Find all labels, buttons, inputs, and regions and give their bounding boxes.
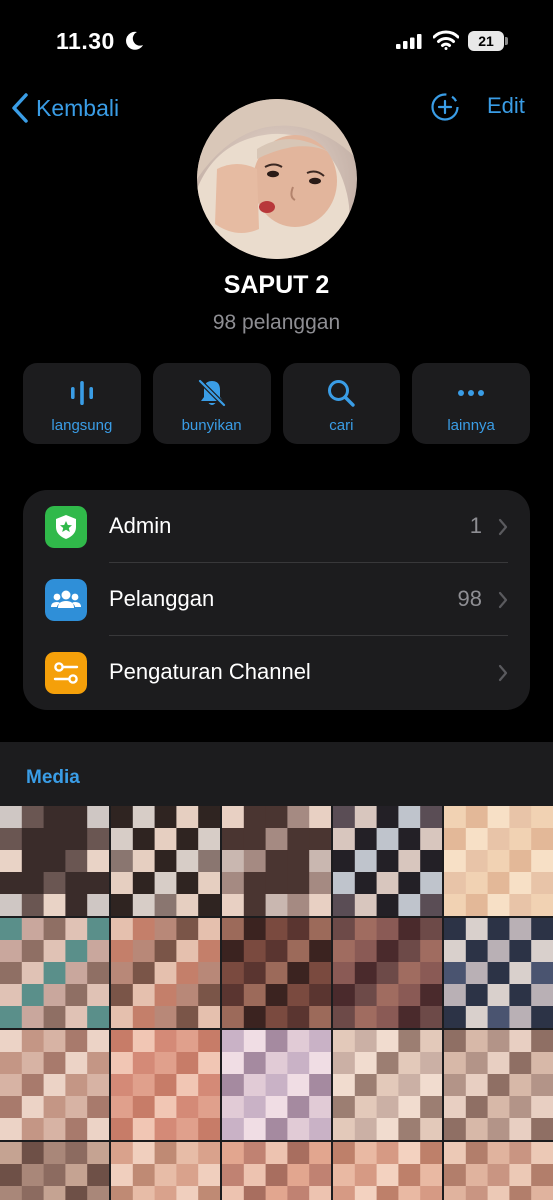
pixelated-image — [111, 806, 220, 916]
row-label: Pelanggan — [109, 586, 215, 611]
subscribers-icon — [45, 579, 87, 621]
media-section: Media — [0, 742, 553, 1200]
pixelated-image — [333, 1142, 442, 1200]
media-thumbnail[interactable] — [444, 806, 553, 916]
pixelated-image — [222, 806, 331, 916]
media-thumbnail[interactable] — [111, 1142, 220, 1200]
media-thumbnail[interactable] — [444, 1030, 553, 1140]
media-thumbnail[interactable] — [0, 918, 109, 1028]
media-thumbnail[interactable] — [0, 1142, 109, 1200]
settings-sliders-icon — [45, 652, 87, 694]
media-grid — [0, 806, 553, 1200]
settings-row-admin[interactable]: Admin 1 — [23, 490, 530, 563]
pixelated-image — [444, 918, 553, 1028]
more-icon — [458, 390, 485, 396]
search-icon — [328, 380, 356, 407]
media-thumbnail[interactable] — [111, 1030, 220, 1140]
chevron-right-icon — [498, 664, 508, 682]
action-label: langsung — [51, 417, 113, 434]
action-label: bunyikan — [181, 417, 242, 434]
settings-row-subscribers[interactable]: Pelanggan 98 — [23, 563, 530, 636]
signal-icon — [396, 34, 422, 49]
media-thumbnail[interactable] — [222, 1030, 331, 1140]
pixelated-image — [333, 918, 442, 1028]
live-stream-icon — [70, 381, 93, 405]
live-stream-button[interactable]: langsung — [23, 363, 141, 444]
action-bar: langsung bunyikan cari lainnya — [23, 363, 530, 444]
pixelated-image — [333, 1030, 442, 1140]
battery-indicator: 21 — [468, 31, 508, 51]
mute-button[interactable]: bunyikan — [152, 363, 271, 444]
battery-cap — [505, 37, 508, 45]
settings-row-channel-settings[interactable]: Pengaturan Channel — [23, 636, 530, 709]
status-time: 11.30 — [56, 28, 115, 54]
pixelated-image — [0, 1142, 109, 1200]
chevron-right-icon — [498, 591, 508, 609]
pixelated-image — [444, 806, 553, 916]
media-thumbnail[interactable] — [222, 806, 331, 916]
back-label: Kembali — [36, 94, 120, 121]
media-thumbnail[interactable] — [333, 806, 442, 916]
pixelated-image — [111, 918, 220, 1028]
media-thumbnail[interactable] — [222, 918, 331, 1028]
media-thumbnail[interactable] — [333, 1030, 442, 1140]
chevron-right-icon — [498, 518, 508, 536]
media-thumbnail[interactable] — [222, 1142, 331, 1200]
pixelated-image — [111, 1030, 220, 1140]
status-bar: 11.30 21 — [0, 0, 553, 82]
row-value: 98 — [457, 586, 482, 611]
pixelated-image — [333, 806, 442, 916]
add-circle-icon[interactable] — [430, 92, 460, 122]
subscriber-count: 98 pelanggan — [212, 311, 341, 334]
pixelated-image — [444, 1142, 553, 1200]
more-button[interactable]: lainnya — [412, 363, 530, 444]
media-tab[interactable]: Media — [26, 767, 80, 789]
media-thumbnail[interactable] — [444, 1142, 553, 1200]
settings-list: Admin 1 Pelanggan 98 Pengaturan Channel — [23, 490, 530, 710]
edit-button[interactable]: Edit — [487, 93, 525, 119]
pixelated-image — [0, 1030, 109, 1140]
wifi-icon — [433, 30, 459, 50]
action-label: cari — [329, 417, 354, 434]
search-button[interactable]: cari — [282, 363, 401, 444]
pixelated-image — [0, 806, 109, 916]
media-thumbnail[interactable] — [0, 806, 109, 916]
pixelated-image — [0, 918, 109, 1028]
channel-name: SAPUT 2 — [223, 271, 330, 299]
media-thumbnail[interactable] — [444, 918, 553, 1028]
media-thumbnail[interactable] — [111, 806, 220, 916]
pixelated-image — [222, 1142, 331, 1200]
pixelated-image — [111, 1142, 220, 1200]
media-thumbnail[interactable] — [333, 1142, 442, 1200]
battery-level: 21 — [468, 31, 504, 51]
back-button[interactable]: Kembali — [10, 90, 119, 126]
admin-badge-icon — [45, 506, 87, 548]
media-thumbnail[interactable] — [111, 918, 220, 1028]
row-label: Pengaturan Channel — [109, 659, 311, 684]
pixelated-image — [222, 918, 331, 1028]
moon-icon — [126, 31, 143, 50]
media-thumbnail[interactable] — [0, 1030, 109, 1140]
action-label: lainnya — [447, 417, 495, 434]
chevron-left-icon — [12, 93, 28, 123]
channel-avatar[interactable] — [197, 99, 357, 259]
media-thumbnail[interactable] — [333, 918, 442, 1028]
bell-muted-icon — [197, 378, 226, 408]
pixelated-image — [222, 1030, 331, 1140]
row-value: 1 — [469, 513, 482, 538]
pixelated-image — [444, 1030, 553, 1140]
row-label: Admin — [109, 513, 172, 538]
